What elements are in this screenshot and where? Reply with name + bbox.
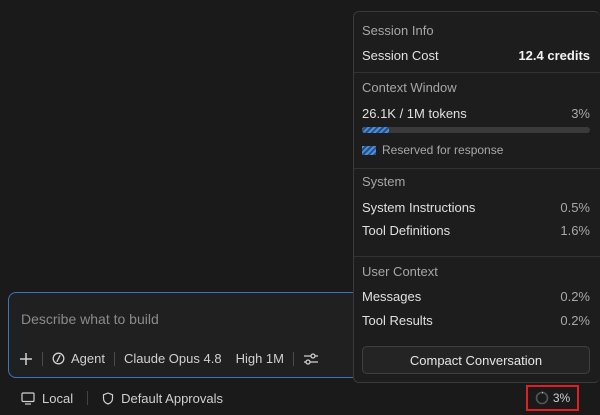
system-instructions-row: System Instructions 0.5%: [362, 200, 590, 215]
toolbar-divider: [292, 351, 294, 366]
context-progress-fill: [362, 127, 390, 133]
toolbar-divider: [42, 351, 43, 366]
approvals-label: Default Approvals: [121, 390, 223, 406]
tool-definitions-label: Tool Definitions: [362, 223, 451, 238]
effort-selector-button[interactable]: High 1M: [236, 351, 284, 366]
context-percent: 3%: [552, 391, 571, 405]
prompt-input-placeholder[interactable]: Describe what to build: [21, 311, 159, 327]
session-info-heading: Session Info: [362, 23, 434, 38]
composer-toolbar: Agent Claude Opus 4.8 High 1M: [19, 351, 319, 366]
context-tokens-row: 26.1K / 1M tokens 3%: [362, 106, 590, 121]
session-cost-row: Session Cost 12.4 credits: [362, 48, 590, 63]
messages-value: 0.2%: [560, 289, 590, 304]
plus-icon: [20, 352, 32, 365]
compact-conversation-button[interactable]: Compact Conversation: [362, 346, 590, 374]
agent-mode-icon: [52, 352, 65, 365]
system-instructions-label: System Instructions: [362, 200, 476, 215]
panel-divider: [354, 168, 600, 169]
session-cost-value: 12.4 credits: [518, 48, 590, 63]
monitor-icon: [21, 391, 35, 405]
sliders-icon: [303, 352, 318, 365]
add-attachment-button[interactable]: [19, 352, 33, 366]
session-cost-label: Session Cost: [362, 48, 439, 63]
tool-results-row: Tool Results 0.2%: [362, 313, 590, 328]
tool-results-value: 0.2%: [560, 313, 590, 328]
chat-composer[interactable]: Describe what to build Agent Claude Opus…: [8, 292, 380, 378]
messages-label: Messages: [362, 289, 422, 304]
context-percent-value: 3%: [571, 106, 590, 121]
system-heading: System: [362, 174, 406, 189]
mode-selector-button[interactable]: Agent: [52, 351, 105, 366]
settings-sliders-button[interactable]: [303, 352, 319, 366]
local-label: Local: [42, 390, 74, 406]
tool-definitions-value: 1.6%: [560, 223, 590, 238]
panel-divider: [354, 256, 600, 257]
system-instructions-value: 0.5%: [560, 200, 590, 215]
tool-definitions-row: Tool Definitions 1.6%: [362, 223, 590, 238]
status-bar: Local Default Approvals: [0, 385, 600, 411]
context-window-heading: Context Window: [362, 80, 457, 95]
context-usage-indicator[interactable]: 3%: [526, 385, 579, 411]
model-selector-button[interactable]: Claude Opus 4.8: [124, 351, 222, 366]
panel-divider: [354, 72, 600, 73]
user-context-heading: User Context: [362, 264, 438, 279]
approvals-button[interactable]: Default Approvals: [102, 391, 223, 406]
local-environment-button[interactable]: Local: [21, 391, 73, 406]
messages-row: Messages 0.2%: [362, 289, 590, 304]
context-progress-bar: [362, 127, 590, 133]
reserved-legend: Reserved for response: [362, 143, 503, 157]
mode-label: Agent: [71, 351, 105, 366]
tool-results-label: Tool Results: [362, 313, 433, 328]
reserved-swatch-icon: [362, 145, 376, 155]
shield-icon: [102, 391, 114, 405]
context-ring-icon: [535, 391, 549, 405]
context-tokens-label: 26.1K / 1M tokens: [362, 106, 467, 121]
toolbar-divider: [113, 351, 115, 366]
reserved-legend-label: Reserved for response: [382, 143, 504, 157]
status-divider: [87, 391, 89, 405]
session-info-panel: Session Info Session Cost 12.4 credits C…: [353, 11, 600, 383]
